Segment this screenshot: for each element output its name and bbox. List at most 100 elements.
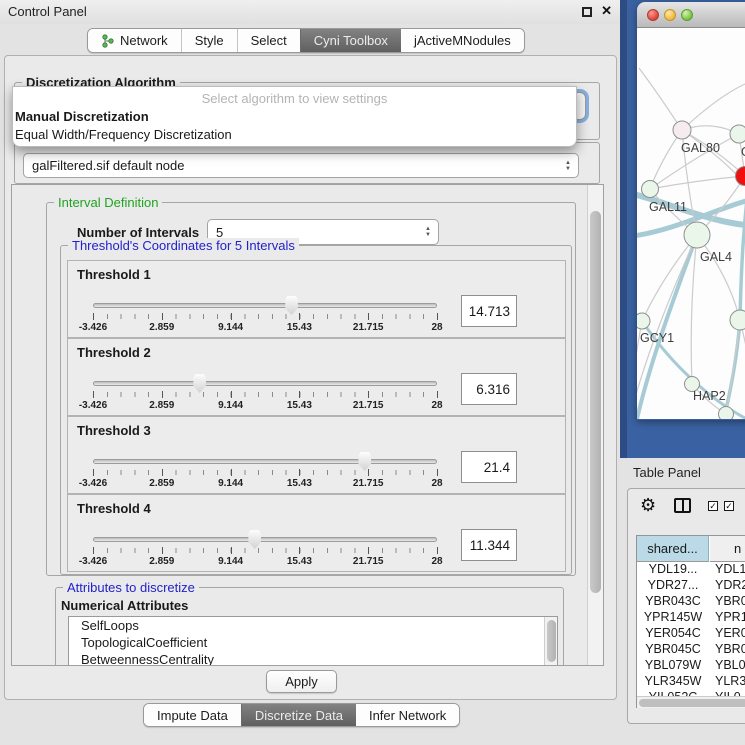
network-view-window[interactable]: GAL80 G C GAL11 GAL4 GCY1 H HAP2 <box>637 2 745 420</box>
interval-definition-group: Interval Definition Number of Intervals … <box>46 202 576 576</box>
network-window-titlebar[interactable] <box>637 2 745 28</box>
tick-label: 28 <box>431 322 442 333</box>
table-row[interactable]: YER054CYER0 <box>637 626 745 642</box>
slider-track[interactable] <box>93 459 437 464</box>
bottom-tabs: Impute Data Discretize Data Infer Networ… <box>143 703 460 727</box>
slider-thumb[interactable] <box>357 452 372 471</box>
tab-infer-network[interactable]: Infer Network <box>356 704 459 726</box>
tick-label: 21.715 <box>353 556 384 567</box>
table-row[interactable]: YPR145WYPR1 <box>637 610 745 626</box>
column-header-shared[interactable]: shared... <box>637 536 709 562</box>
checkbox-icon[interactable]: ✓ <box>708 501 718 511</box>
tab-style[interactable]: Style <box>181 29 237 52</box>
split-pane-icon[interactable] <box>674 498 691 513</box>
list-item[interactable]: SelfLoops <box>69 617 557 634</box>
popup-item-manual-discretization[interactable]: Manual Discretization <box>15 109 149 124</box>
tick-label: 15.43 <box>287 556 312 567</box>
tick-label: 21.715 <box>353 400 384 411</box>
table-horizontal-scrollbar[interactable] <box>637 696 745 708</box>
tick-label: 9.144 <box>218 322 243 333</box>
node-label: GAL11 <box>649 200 687 214</box>
table-data-combobox[interactable]: galFiltered.sif default node ▲▼ <box>23 153 579 178</box>
network-canvas[interactable]: GAL80 G C GAL11 GAL4 GCY1 H HAP2 <box>637 28 745 419</box>
threshold-row: Threshold 2 -3.426 2.859 9.144 15.43 21.… <box>67 338 566 416</box>
table-data-group: Table Data galFiltered.sif default node … <box>14 142 600 184</box>
slider-track[interactable] <box>93 303 437 308</box>
node-gal4[interactable] <box>684 222 710 248</box>
tick-label: 21.715 <box>353 322 384 333</box>
combo-stepper-icon: ▲▼ <box>565 160 571 172</box>
algorithm-dropdown-popup: Select algorithm to view settings Manual… <box>12 86 577 147</box>
close-icon[interactable]: ✕ <box>601 3 612 19</box>
slider-track[interactable] <box>93 381 437 386</box>
node-gcy1[interactable] <box>637 313 650 329</box>
table-rows: YDL19...YDL1 YDR27...YDR2 YBR043CYBR0 YP… <box>637 562 745 696</box>
list-item[interactable]: TopologicalCoefficient <box>69 634 557 651</box>
apply-button[interactable]: Apply <box>266 670 337 693</box>
tick-label: 15.43 <box>287 322 312 333</box>
tab-cyni-toolbox[interactable]: Cyni Toolbox <box>300 29 401 52</box>
tab-discretize-data[interactable]: Discretize Data <box>241 704 356 726</box>
zoom-traffic-light-icon[interactable] <box>681 9 693 21</box>
tick-label: 2.859 <box>149 400 174 411</box>
threshold-1-value-field[interactable]: 14.713 <box>461 295 517 327</box>
gear-icon[interactable]: ⚙ <box>640 495 656 516</box>
threshold-4-value-field[interactable]: 11.344 <box>461 529 517 561</box>
list-scrollbar[interactable] <box>544 617 557 666</box>
list-item[interactable]: BetweennessCentrality <box>69 651 557 666</box>
numerical-attributes-list[interactable]: SelfLoops TopologicalCoefficient Between… <box>68 616 558 666</box>
tab-select[interactable]: Select <box>237 29 300 52</box>
threshold-row: Threshold 4 -3.426 2.859 9.144 15.43 21.… <box>67 494 566 572</box>
float-window-icon[interactable] <box>582 7 592 17</box>
threshold-row: Threshold 3 -3.426 2.859 9.144 15.43 21.… <box>67 416 566 494</box>
node-partial[interactable] <box>719 407 734 420</box>
settings-scrollbar[interactable] <box>587 185 603 665</box>
node-gal11[interactable] <box>642 181 659 198</box>
slider-thumb[interactable] <box>284 296 299 315</box>
table-row[interactable]: YBR043CYBR0 <box>637 594 745 610</box>
threshold-2-value-field[interactable]: 6.316 <box>461 373 517 405</box>
table-row[interactable]: YBR045CYBR0 <box>637 642 745 658</box>
tick-label: 2.859 <box>149 322 174 333</box>
slider-thumb[interactable] <box>247 530 262 549</box>
table-panel-title: Table Panel <box>633 465 701 480</box>
node-label: G <box>741 145 745 159</box>
tab-style-label: Style <box>195 33 224 48</box>
node-gal80[interactable] <box>673 121 691 139</box>
threshold-1-slider[interactable]: -3.426 2.859 9.144 15.43 21.715 28 <box>93 299 437 333</box>
column-header-name[interactable]: n <box>710 536 745 562</box>
threshold-2-slider[interactable]: -3.426 2.859 9.144 15.43 21.715 28 <box>93 377 437 411</box>
minimize-traffic-light-icon[interactable] <box>664 9 676 21</box>
node-label: GCY1 <box>640 331 674 345</box>
tab-impute-data[interactable]: Impute Data <box>144 704 241 726</box>
attributes-group: Attributes to discretize Numerical Attri… <box>55 587 564 666</box>
close-traffic-light-icon[interactable] <box>647 9 659 21</box>
tab-jactivemnodules[interactable]: jActiveMNodules <box>401 29 524 52</box>
slider-thumb[interactable] <box>192 374 207 393</box>
tick-label: 28 <box>431 400 442 411</box>
tab-infer-network-label: Infer Network <box>369 708 446 723</box>
tick-label: -3.426 <box>79 478 107 489</box>
node-label: GAL80 <box>681 141 720 155</box>
tick-label: 9.144 <box>218 478 243 489</box>
table-row[interactable]: YDL19...YDL1 <box>637 562 745 578</box>
tab-discretize-data-label: Discretize Data <box>255 708 343 723</box>
threshold-4-slider[interactable]: -3.426 2.859 9.144 15.43 21.715 28 <box>93 533 437 567</box>
tab-network[interactable]: Network <box>88 29 181 52</box>
app-window: Control Panel ✕ Network Style Select Cyn… <box>0 0 745 745</box>
popup-item-equal-width-frequency[interactable]: Equal Width/Frequency Discretization <box>15 127 232 142</box>
right-column: GAL80 G C GAL11 GAL4 GCY1 H HAP2 Table P… <box>620 0 745 745</box>
table-row[interactable]: YLR345WYLR3 <box>637 674 745 690</box>
tab-cyni-toolbox-label: Cyni Toolbox <box>314 33 388 48</box>
slider-track[interactable] <box>93 537 437 542</box>
node-g[interactable] <box>730 125 745 143</box>
slider-minor-ticks <box>93 548 437 553</box>
checkbox-icon[interactable]: ✓ <box>724 501 734 511</box>
threshold-3-value-field[interactable]: 21.4 <box>461 451 517 483</box>
node-h[interactable] <box>730 310 745 330</box>
table-row[interactable]: YBL079WYBL0 <box>637 658 745 674</box>
threshold-3-slider[interactable]: -3.426 2.859 9.144 15.43 21.715 28 <box>93 455 437 489</box>
tick-label: -3.426 <box>79 556 107 567</box>
threshold-4-label: Threshold 4 <box>77 501 151 516</box>
table-row[interactable]: YDR27...YDR2 <box>637 578 745 594</box>
